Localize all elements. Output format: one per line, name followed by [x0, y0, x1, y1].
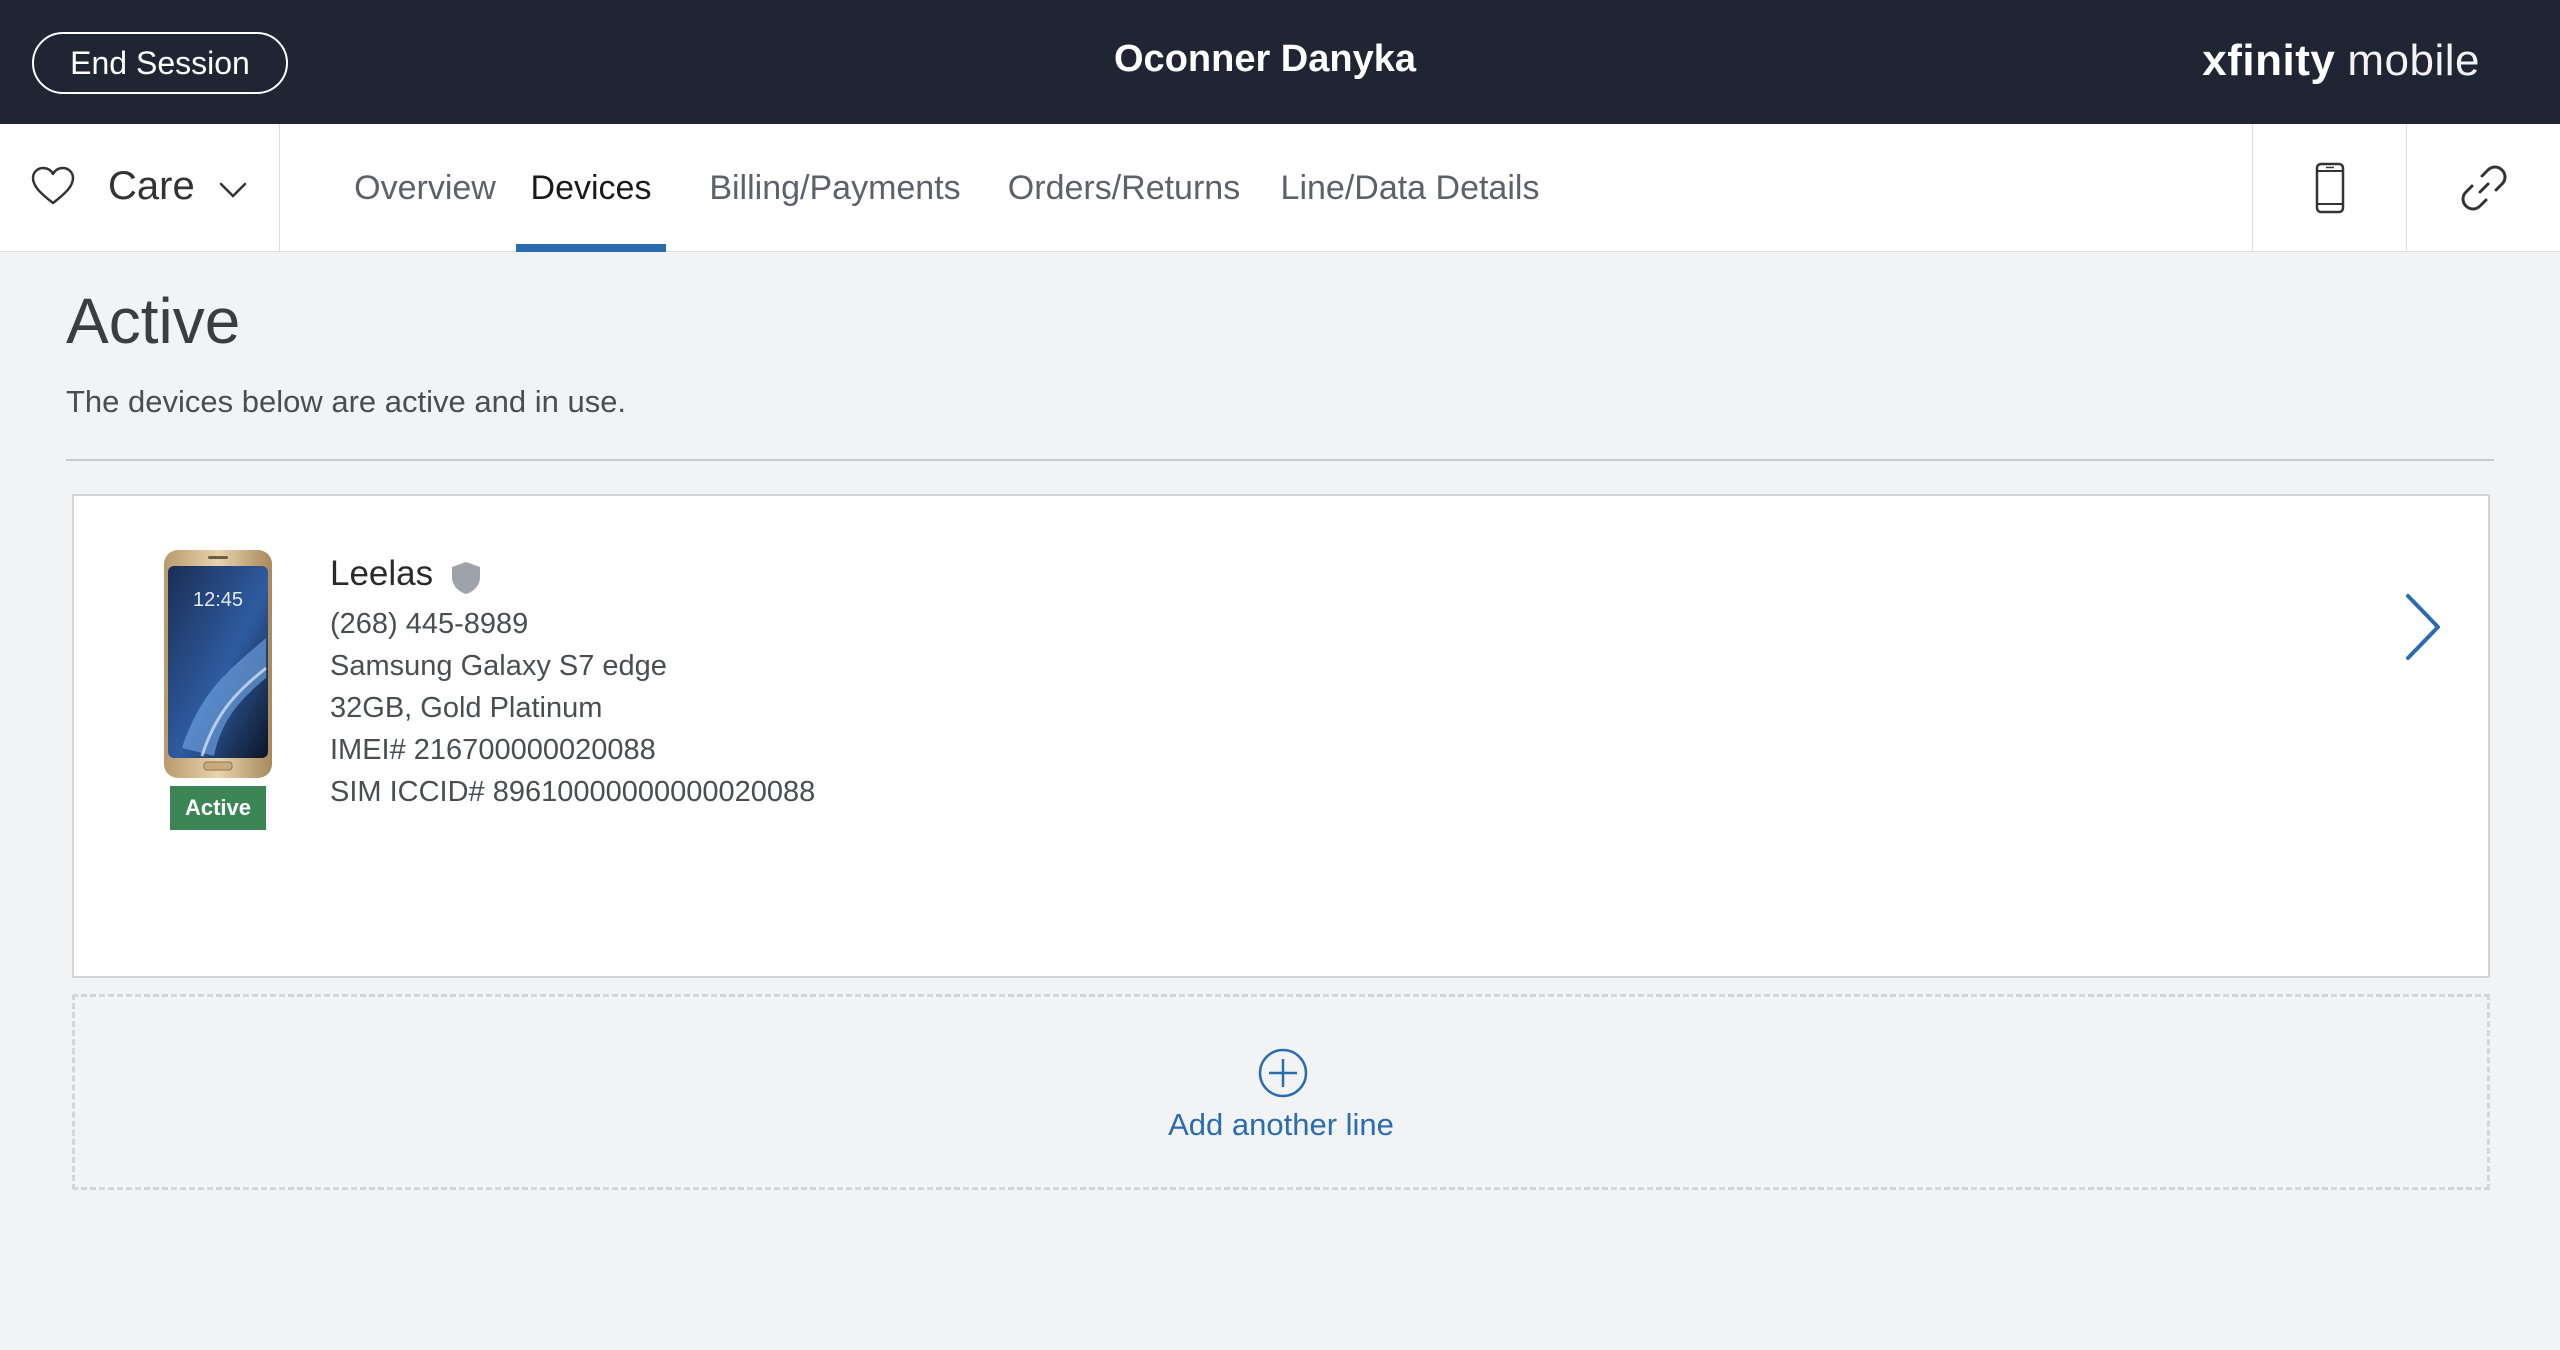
divider — [66, 459, 2494, 461]
link-button[interactable] — [2406, 124, 2560, 252]
brand-logo-text-primary: xfinity — [2202, 36, 2336, 85]
tab-label: Orders/Returns — [1007, 168, 1241, 207]
page-subtitle: The devices below are active and in use. — [66, 384, 627, 419]
tab-billing-payments[interactable]: Billing/Payments — [700, 124, 970, 252]
status-badge: Active — [170, 786, 266, 830]
brand-logo-text-secondary: mobile — [2347, 36, 2480, 85]
add-circle-icon — [1258, 1048, 1308, 1098]
device-storage-color: 32GB, Gold Platinum — [330, 692, 603, 724]
shield-icon — [452, 562, 480, 594]
tab-label: Overview — [354, 168, 496, 207]
tab-label: Billing/Payments — [709, 168, 961, 207]
brand-logo: xfinity mobile — [2202, 36, 2480, 88]
device-phone-number: (268) 445-8989 — [330, 608, 529, 640]
tab-overview[interactable]: Overview — [332, 124, 518, 252]
tab-orders-returns[interactable]: Orders/Returns — [1000, 124, 1248, 252]
device-image: 12:45 — [164, 550, 272, 778]
tab-devices[interactable]: Devices — [516, 124, 666, 252]
tab-label: Line/Data Details — [1280, 168, 1540, 207]
customer-name: Oconner Danyka — [1114, 38, 1416, 80]
device-imei: IMEI# 216700000020088 — [330, 734, 656, 766]
tab-line-data-details[interactable]: Line/Data Details — [1274, 124, 1546, 252]
top-header: End Session Oconner Danyka xfinity mobil… — [0, 0, 2560, 124]
add-another-line-button[interactable]: Add another line — [72, 994, 2490, 1190]
page-title: Active — [66, 285, 241, 357]
care-menu-dropdown[interactable]: Care — [0, 124, 280, 252]
device-card[interactable]: 12:45 Active Leelas (268) 445-8989 Samsu… — [72, 494, 2490, 978]
chevron-down-icon — [219, 182, 247, 198]
device-nickname: Leelas — [330, 554, 434, 593]
device-view-button[interactable] — [2252, 124, 2406, 252]
active-tab-indicator — [516, 244, 666, 252]
care-menu-label: Care — [108, 164, 195, 208]
heart-icon — [31, 166, 75, 205]
main-content: Active The devices below are active and … — [0, 252, 2560, 1350]
tab-label: Devices — [530, 168, 652, 207]
device-screen-time: 12:45 — [193, 589, 243, 611]
chevron-right-icon[interactable] — [2400, 592, 2444, 662]
device-model: Samsung Galaxy S7 edge — [330, 650, 667, 682]
link-icon — [2461, 165, 2506, 211]
add-another-line-label: Add another line — [1168, 1107, 1394, 1142]
device-sim-iccid: SIM ICCID# 89610000000000020088 — [330, 776, 816, 808]
phone-icon — [2315, 162, 2344, 214]
nav-bar: Care Overview Devices Billing/Payments O… — [0, 124, 2560, 252]
